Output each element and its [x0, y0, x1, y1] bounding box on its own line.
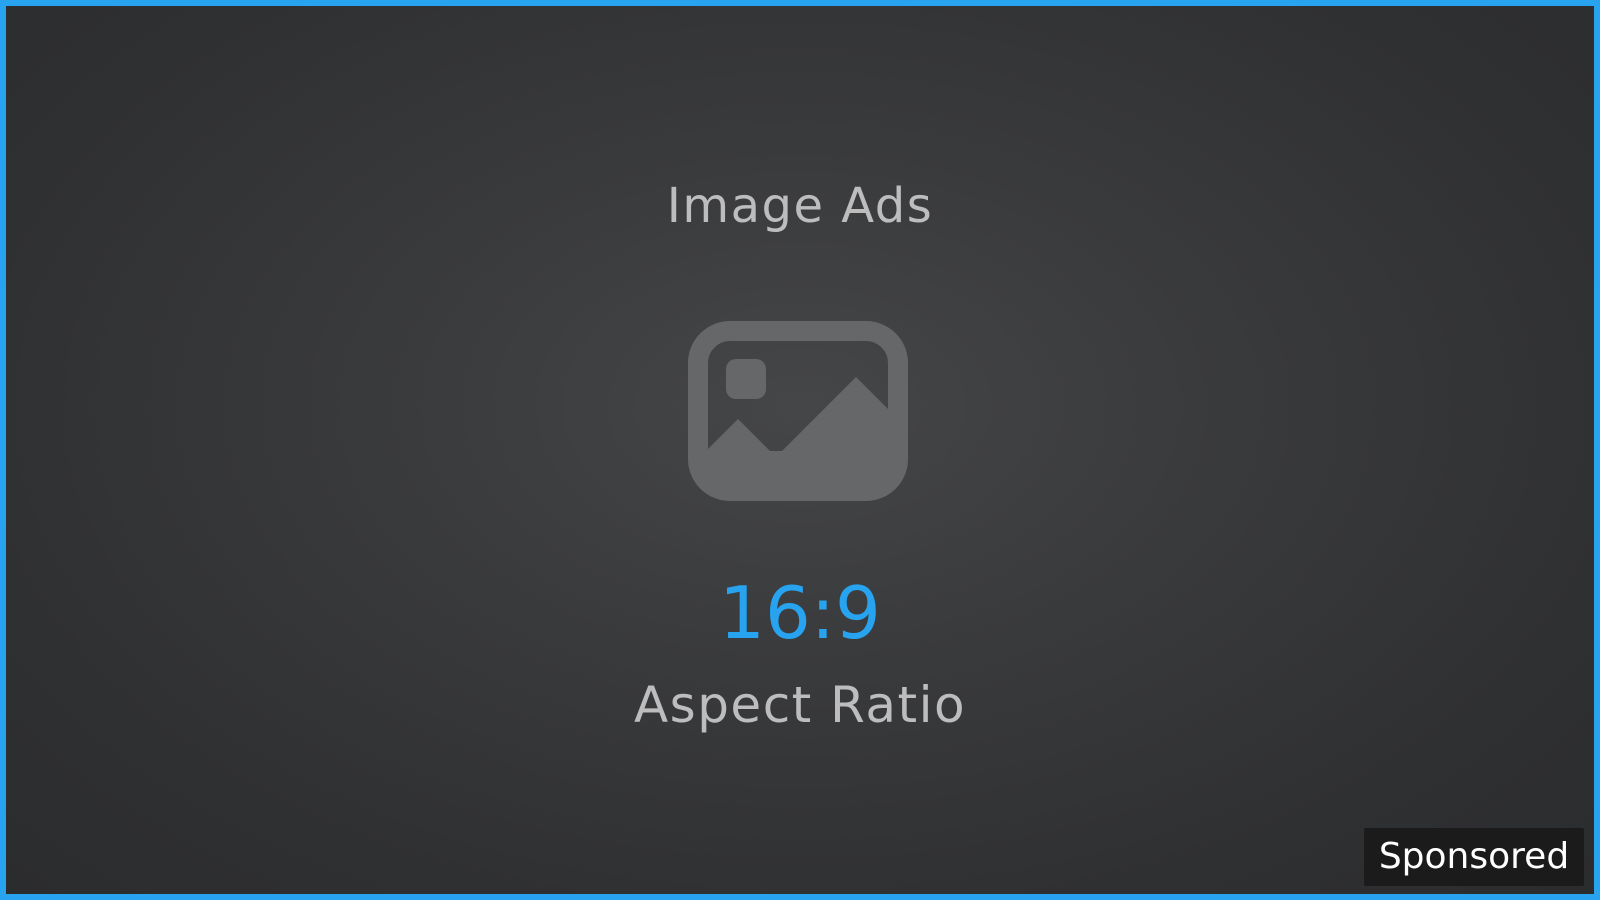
ad-placeholder-frame: Image Ads 16:9 Aspect Ratio Sponsored: [0, 0, 1600, 900]
aspect-ratio-value: 16:9: [719, 571, 881, 655]
image-placeholder-icon: [688, 321, 908, 501]
ad-title: Image Ads: [666, 178, 934, 234]
aspect-ratio-label: Aspect Ratio: [633, 676, 967, 734]
sponsored-badge: Sponsored: [1364, 828, 1584, 886]
